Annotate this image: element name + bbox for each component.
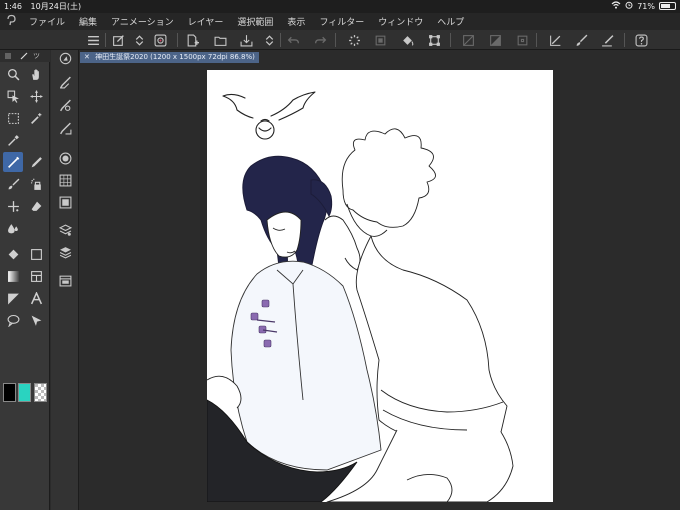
artwork-illustration xyxy=(207,91,514,502)
document-title: 神田生誕祭2020 (1200 x 1500px 72dpi 86.8%) xyxy=(95,53,255,61)
alarm-icon xyxy=(625,1,633,11)
reference-icon[interactable] xyxy=(152,32,168,48)
ruler-snap-icon[interactable] xyxy=(547,32,563,48)
undo-icon[interactable] xyxy=(285,32,301,48)
menu-bar: ファイル 編集 アニメーション レイヤー 選択範囲 表示 フィルター ウィンドウ… xyxy=(0,13,680,30)
sub-tool-column xyxy=(51,50,79,510)
clock: 1:46 xyxy=(4,2,22,11)
airbrush-tool-icon[interactable] xyxy=(26,174,46,194)
brush-tool-icon[interactable] xyxy=(3,174,23,194)
sub-color-swatch[interactable] xyxy=(18,383,31,402)
battery-percent: 71% xyxy=(637,1,655,11)
frame-border-icon[interactable] xyxy=(26,266,46,286)
transparent-color-swatch[interactable] xyxy=(34,383,47,402)
eraser-tool-icon[interactable] xyxy=(26,196,46,216)
correct-line-tool-icon[interactable] xyxy=(26,310,46,330)
crop-selection-icon[interactable] xyxy=(514,32,530,48)
balloon-tool-icon[interactable] xyxy=(3,310,23,330)
command-bar xyxy=(0,30,680,50)
new-file-icon[interactable] xyxy=(184,32,200,48)
menu-filter[interactable]: フィルター xyxy=(312,15,371,28)
transform-icon[interactable] xyxy=(426,32,442,48)
brush-stabilizer-icon[interactable] xyxy=(573,32,589,48)
tool-panel-tabs: ツ xyxy=(0,50,50,62)
menu-file[interactable]: ファイル xyxy=(22,15,72,28)
intermediate-color-icon[interactable] xyxy=(57,194,73,210)
fill-tool-icon[interactable] xyxy=(3,244,23,264)
save-stepper-icon[interactable] xyxy=(261,32,277,48)
save-icon[interactable] xyxy=(238,32,254,48)
help-icon[interactable] xyxy=(633,32,649,48)
date: 10月24日(土) xyxy=(30,2,82,11)
menu-view[interactable]: 表示 xyxy=(280,15,312,28)
blend-tool-icon[interactable] xyxy=(3,218,23,238)
tool-panel: ツ xyxy=(0,50,50,510)
battery-icon xyxy=(659,2,676,10)
app-logo-icon[interactable] xyxy=(0,14,22,29)
menu-help[interactable]: ヘルプ xyxy=(430,15,471,28)
pen-subtool-icon[interactable] xyxy=(57,74,73,90)
redo-icon[interactable] xyxy=(312,32,328,48)
menu-window[interactable]: ウィンドウ xyxy=(371,15,430,28)
deselect-icon[interactable] xyxy=(460,32,476,48)
fill-bucket-icon[interactable] xyxy=(399,32,415,48)
figure-tool-icon[interactable] xyxy=(26,244,46,264)
menu-animation[interactable]: アニメーション xyxy=(104,15,181,28)
color-set-icon[interactable] xyxy=(57,172,73,188)
decoration-tool-icon[interactable] xyxy=(3,196,23,216)
gradient-tool-icon[interactable] xyxy=(3,266,23,286)
document-tab[interactable]: ✕ 神田生誕祭2020 (1200 x 1500px 72dpi 86.8%) xyxy=(80,52,259,63)
canvas-properties-icon[interactable] xyxy=(110,32,126,48)
navigator-icon[interactable] xyxy=(57,50,73,66)
wifi-icon xyxy=(611,1,621,11)
clear-layer-icon[interactable] xyxy=(372,32,388,48)
main-color-swatch[interactable] xyxy=(3,383,16,402)
ruler-tool-icon[interactable] xyxy=(3,288,23,308)
auto-select-wand-icon[interactable] xyxy=(26,108,46,128)
menu-selection[interactable]: 選択範囲 xyxy=(230,15,280,28)
hand-tool-icon[interactable] xyxy=(26,64,46,84)
stepper-icon[interactable] xyxy=(131,32,147,48)
zoom-tool-icon[interactable] xyxy=(3,64,23,84)
layers-icon[interactable] xyxy=(57,244,73,260)
menu-edit[interactable]: 編集 xyxy=(72,15,104,28)
close-tab-icon[interactable]: ✕ xyxy=(84,53,90,61)
pen-pressure-icon[interactable] xyxy=(599,32,615,48)
color-wheel-icon[interactable] xyxy=(57,150,73,166)
move-layer-icon[interactable] xyxy=(26,86,46,106)
brush-settings-icon[interactable] xyxy=(57,97,73,113)
material-icon[interactable] xyxy=(57,272,73,288)
status-bar: 1:46 10月24日(土) 71% xyxy=(0,0,680,13)
invert-selection-icon[interactable] xyxy=(487,32,503,48)
layer-property-icon[interactable] xyxy=(57,222,73,238)
panel-menu-icon[interactable] xyxy=(4,52,12,60)
canvas-area[interactable]: ✕ 神田生誕祭2020 (1200 x 1500px 72dpi 86.8%) xyxy=(80,50,680,510)
text-tool-icon[interactable] xyxy=(26,288,46,308)
brush-shape-icon[interactable] xyxy=(57,120,73,136)
pencil-tool-icon[interactable] xyxy=(26,152,46,172)
menu-layer[interactable]: レイヤー xyxy=(181,15,231,28)
open-folder-icon[interactable] xyxy=(212,32,228,48)
selection-tool-icon[interactable] xyxy=(3,108,23,128)
loading-spinner-icon[interactable] xyxy=(346,32,362,48)
drawing-canvas[interactable] xyxy=(207,70,553,502)
pen-tool-icon[interactable] xyxy=(3,152,23,172)
eyedropper-icon[interactable] xyxy=(3,130,23,150)
hamburger-menu-icon[interactable] xyxy=(85,32,101,48)
tool-tab-label[interactable]: ツ xyxy=(33,51,40,61)
operation-tool-icon[interactable] xyxy=(3,86,23,106)
pen-tab-icon[interactable] xyxy=(20,52,28,60)
